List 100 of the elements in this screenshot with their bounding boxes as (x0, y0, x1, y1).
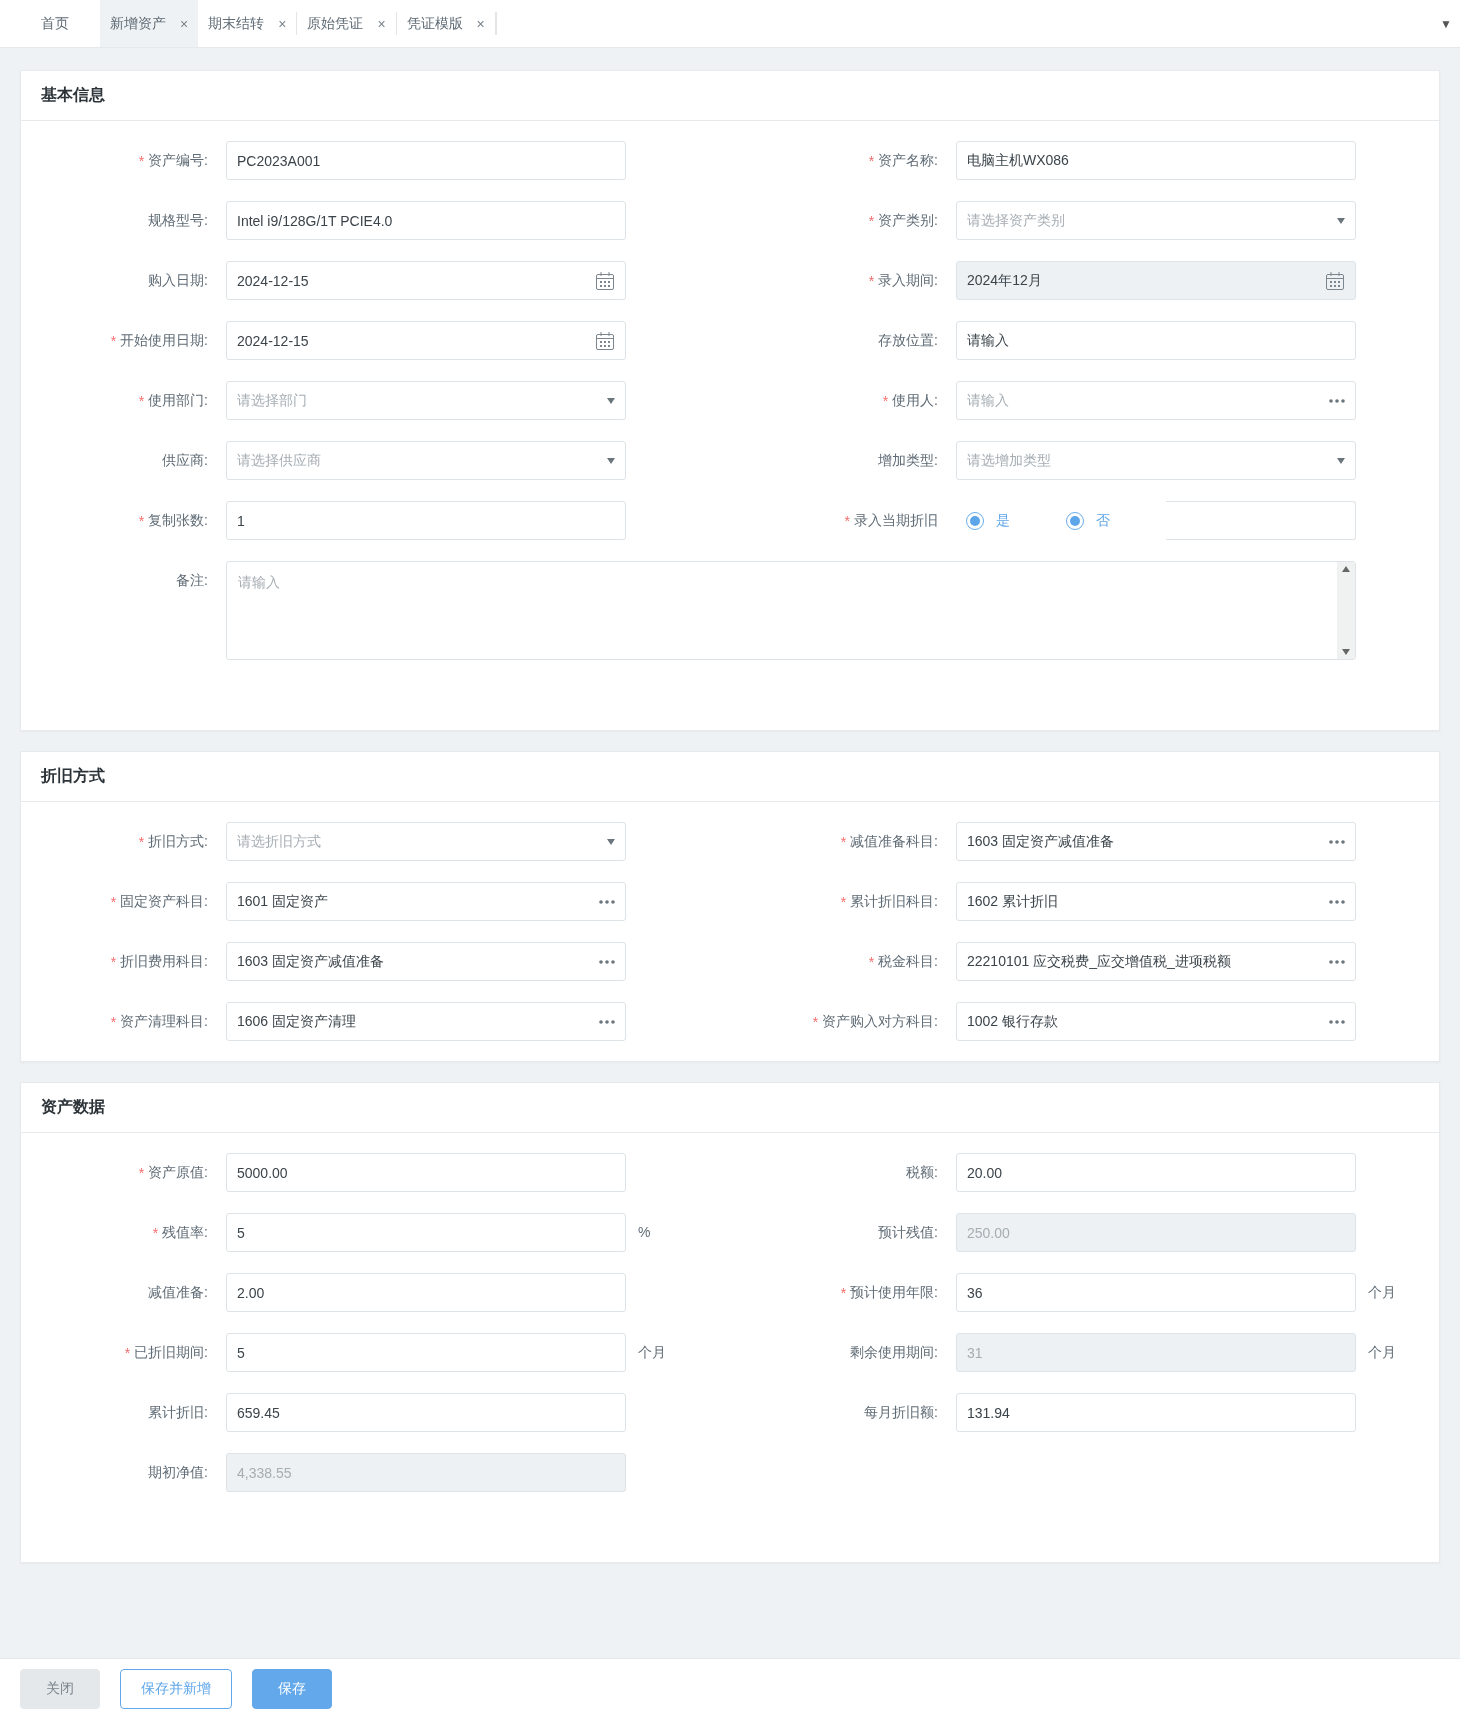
field-label: 备注: (176, 571, 208, 590)
unit-label: 个月 (638, 1343, 666, 1362)
text-field[interactable]: 5 (226, 1213, 626, 1252)
required-mark: * (882, 392, 889, 409)
tab[interactable]: 新增资产 × (100, 0, 199, 47)
caret-down-icon[interactable] (607, 838, 615, 845)
field-label: 使用人: (892, 391, 938, 410)
field-label: 剩余使用期间: (850, 1343, 938, 1362)
caret-down-icon[interactable] (607, 397, 615, 404)
field-label: 资产原值: (148, 1163, 208, 1182)
text-field[interactable]: Intel i9/128G/1T PCIE4.0 (226, 201, 626, 240)
required-mark: * (110, 1013, 117, 1030)
caret-down-icon[interactable] (1337, 457, 1345, 464)
more-icon[interactable] (1329, 959, 1345, 964)
section-title: 折旧方式 (41, 766, 105, 786)
field-label: 供应商: (162, 451, 208, 470)
required-mark: * (138, 152, 145, 169)
required-mark: * (124, 1344, 131, 1361)
text-field[interactable]: 5 (226, 1333, 626, 1372)
close-icon[interactable]: × (377, 15, 386, 32)
field-label: 资产编号: (148, 151, 208, 170)
field-label: 每月折旧额: (864, 1403, 938, 1422)
required-mark: * (138, 392, 145, 409)
text-field[interactable]: 2.00 (226, 1273, 626, 1312)
text-field[interactable]: 659.45 (226, 1393, 626, 1432)
more-icon[interactable] (1329, 1019, 1345, 1024)
required-mark: * (868, 212, 875, 229)
text-field[interactable]: 1 (226, 501, 626, 540)
scroll-down-icon[interactable] (1342, 649, 1350, 655)
unit-label: % (638, 1223, 651, 1242)
field-label: 存放位置: (878, 331, 938, 350)
scroll-up-icon[interactable] (1342, 566, 1350, 572)
text-field[interactable]: 5000.00 (226, 1153, 626, 1192)
field-label: 复制张数: (148, 511, 208, 530)
section-title: 基本信息 (41, 85, 105, 105)
date-field[interactable]: 2024年12月 (956, 261, 1356, 300)
unit-label: 个月 (1368, 1343, 1396, 1362)
picker-field[interactable]: 1601 固定资产 (226, 882, 626, 921)
section-title: 资产数据 (41, 1097, 105, 1117)
more-icon[interactable] (1329, 899, 1345, 904)
more-icon[interactable] (599, 959, 615, 964)
more-icon[interactable] (599, 1019, 615, 1024)
date-field[interactable]: 2024-12-15 (226, 321, 626, 360)
field-label: 折旧方式: (148, 832, 208, 851)
field-label: 折旧费用科目: (120, 952, 208, 971)
picker-field[interactable]: 1602 累计折旧 (956, 882, 1356, 921)
field-label: 购入日期: (148, 271, 208, 290)
more-icon[interactable] (1329, 839, 1345, 844)
field-label: 使用部门: (148, 391, 208, 410)
field-label: 残值率: (162, 1223, 208, 1242)
more-icon[interactable] (599, 899, 615, 904)
close-icon[interactable]: × (278, 15, 287, 32)
field-label: 减值准备: (148, 1283, 208, 1302)
calendar-icon[interactable] (595, 270, 615, 291)
calendar-icon[interactable] (595, 330, 615, 351)
field-label: 资产购入对方科目: (822, 1012, 938, 1031)
required-mark: * (840, 1284, 847, 1301)
required-mark: * (138, 512, 145, 529)
date-field[interactable]: 2024-12-15 (226, 261, 626, 300)
tab-menu-button[interactable]: ▼ (1440, 16, 1452, 31)
calendar-icon[interactable] (1325, 270, 1345, 291)
picker-field[interactable]: 1603 固定资产减值准备 (956, 822, 1356, 861)
more-icon[interactable] (1329, 398, 1345, 403)
required-mark: * (868, 953, 875, 970)
text-field[interactable]: 电脑主机WX086 (956, 141, 1356, 180)
required-mark: * (138, 833, 145, 850)
field-label: 税额: (906, 1163, 938, 1182)
unit-label: 个月 (1368, 1283, 1396, 1302)
text-field[interactable]: 36 (956, 1273, 1356, 1312)
required-mark: * (110, 953, 117, 970)
required-mark: * (110, 332, 117, 349)
picker-field[interactable]: 1606 固定资产清理 (226, 1002, 626, 1041)
close-icon[interactable]: × (476, 15, 485, 32)
field-label: 预计残值: (878, 1223, 938, 1242)
required-mark: * (840, 833, 847, 850)
required-mark: * (138, 1164, 145, 1181)
required-mark: * (812, 1013, 819, 1030)
input-field[interactable] (1166, 501, 1356, 540)
close-icon[interactable]: × (180, 15, 189, 32)
scrollbar[interactable] (1337, 562, 1355, 659)
field-label: 税金科目: (878, 952, 938, 971)
field-label: 累计折旧科目: (850, 892, 938, 911)
field-label: 减值准备科目: (850, 832, 938, 851)
text-field[interactable]: 请输入 (956, 321, 1356, 360)
caret-down-icon[interactable] (607, 457, 615, 464)
picker-field[interactable]: 1603 固定资产减值准备 (226, 942, 626, 981)
text-field[interactable]: PC2023A001 (226, 141, 626, 180)
field-label: 期初净值: (148, 1463, 208, 1482)
picker-field[interactable]: 22210101 应交税费_应交增值税_进项税额 (956, 942, 1356, 981)
field-label: 资产类别: (878, 211, 938, 230)
field-label: 录入期间: (878, 271, 938, 290)
required-mark: * (840, 893, 847, 910)
required-mark: * (844, 512, 850, 529)
field-label: 增加类型: (878, 451, 938, 470)
text-field[interactable]: 131.94 (956, 1393, 1356, 1432)
caret-down-icon[interactable] (1337, 217, 1345, 224)
text-field[interactable]: 20.00 (956, 1153, 1356, 1192)
required-mark: * (110, 893, 117, 910)
picker-field[interactable]: 1002 银行存款 (956, 1002, 1356, 1041)
field-label: 资产名称: (878, 151, 938, 170)
